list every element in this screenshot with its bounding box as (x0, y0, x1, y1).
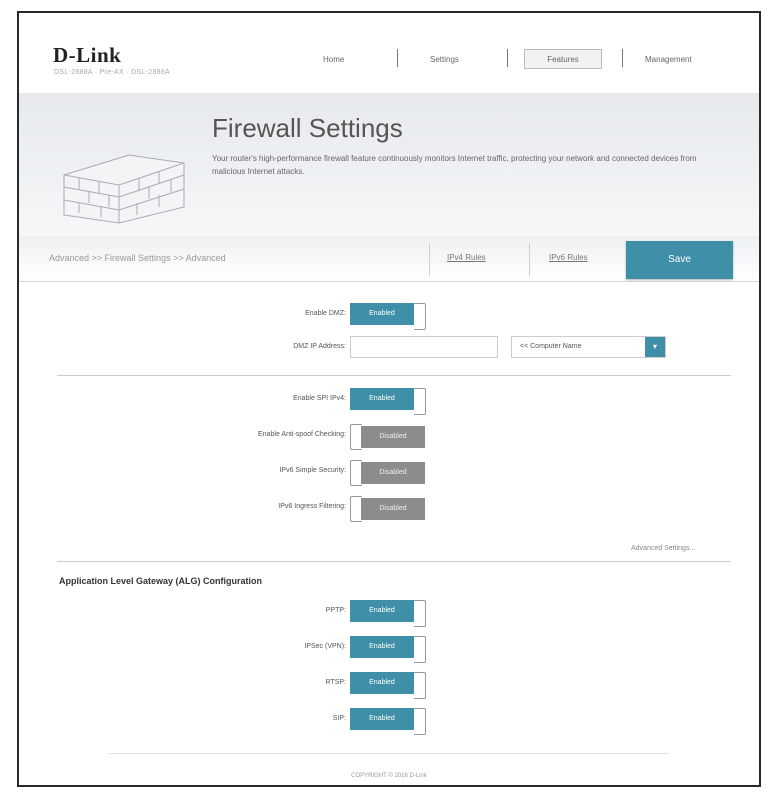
pptp-label: PPTP: (325, 607, 346, 614)
toggle-state: Enabled (350, 708, 414, 730)
breadcrumb-bar: Advanced >> Firewall Settings >> Advance… (19, 236, 759, 282)
toggle-handle (414, 600, 426, 627)
ipsec-label: IPSec (VPN): (304, 643, 346, 650)
toggle-handle (414, 636, 426, 663)
toggle-state: Enabled (350, 636, 414, 658)
toggle-state: Enabled (350, 600, 414, 622)
nav-divider (397, 49, 398, 67)
page-title: Firewall Settings (212, 113, 403, 143)
dmz-ip-input[interactable] (350, 336, 498, 358)
copyright-text: COPYRIGHT © 2016 D-Link (351, 773, 427, 779)
toggle-handle (414, 388, 426, 415)
ipv6-simple-security-label: IPv6 Simple Security: (279, 467, 346, 474)
rtsp-toggle[interactable]: Enabled (350, 672, 426, 699)
ipv6-simple-security-toggle[interactable]: Disabled (350, 460, 426, 486)
tab-ipv6-rules[interactable]: IPv6 Rules (549, 253, 588, 262)
ipv6-ingress-filtering-toggle[interactable]: Disabled (350, 496, 426, 522)
toggle-state: Disabled (361, 462, 425, 484)
nav-divider (507, 49, 508, 67)
alg-section-title: Application Level Gateway (ALG) Configur… (59, 576, 263, 586)
nav-management[interactable]: Management (645, 55, 692, 64)
app-frame: D-Link DSL-2888A · Pre-AX · DSL-2888A Ho… (17, 11, 761, 787)
computer-name-select-value: << Computer Name (520, 343, 582, 350)
toggle-state: Enabled (350, 388, 414, 410)
firewall-wall-icon (63, 154, 185, 224)
anti-spoof-toggle[interactable]: Disabled (350, 424, 426, 450)
enable-dmz-label: Enable DMZ: (305, 310, 346, 317)
toggle-state: Disabled (361, 498, 425, 520)
pptp-toggle[interactable]: Enabled (350, 600, 426, 627)
breadcrumb: Advanced >> Firewall Settings >> Advance… (49, 253, 226, 263)
nav-features[interactable]: Features (524, 49, 602, 69)
ipsec-toggle[interactable]: Enabled (350, 636, 426, 663)
tab-divider (529, 243, 530, 276)
rtsp-label: RTSP: (325, 679, 347, 686)
ipv6-ingress-filtering-label: IPv6 Ingress Filtering: (278, 503, 346, 510)
section-divider (57, 375, 731, 376)
toggle-state: Disabled (361, 426, 425, 448)
sip-toggle[interactable]: Enabled (350, 708, 426, 735)
dmz-ip-label: DMZ IP Address: (293, 343, 346, 350)
nav-home[interactable]: Home (323, 55, 344, 64)
footer-divider (109, 753, 669, 754)
save-button[interactable]: Save (626, 241, 733, 279)
page-description: Your router's high-performance firewall … (212, 154, 697, 176)
sip-label: SIP: (332, 715, 346, 722)
model-info: DSL-2888A · Pre-AX · DSL-2888A (54, 69, 170, 76)
nav-settings[interactable]: Settings (430, 55, 459, 64)
dlink-logo[interactable]: D-Link (53, 43, 121, 68)
computer-name-select[interactable]: << Computer Name ▾ (511, 336, 666, 358)
chevron-down-icon[interactable]: ▾ (645, 337, 665, 357)
page-banner: Firewall Settings Your router's high-per… (19, 93, 759, 236)
toggle-handle (414, 708, 426, 735)
section-divider (57, 561, 731, 562)
tab-divider (429, 243, 430, 276)
enable-dmz-toggle[interactable]: Enabled (350, 303, 426, 330)
tab-ipv4-rules[interactable]: IPv4 Rules (447, 253, 486, 262)
spi-ipv4-toggle[interactable]: Enabled (350, 388, 426, 415)
anti-spoof-label: Enable Anti-spoof Checking: (258, 431, 346, 438)
spi-ipv4-label: Enable SPI IPv4: (293, 395, 346, 402)
toggle-state: Enabled (350, 672, 414, 694)
toggle-state: Enabled (350, 303, 414, 325)
toggle-handle (414, 672, 426, 699)
advanced-settings-link[interactable]: Advanced Settings... (631, 545, 695, 552)
toggle-handle (414, 303, 426, 330)
nav-divider (622, 49, 623, 67)
